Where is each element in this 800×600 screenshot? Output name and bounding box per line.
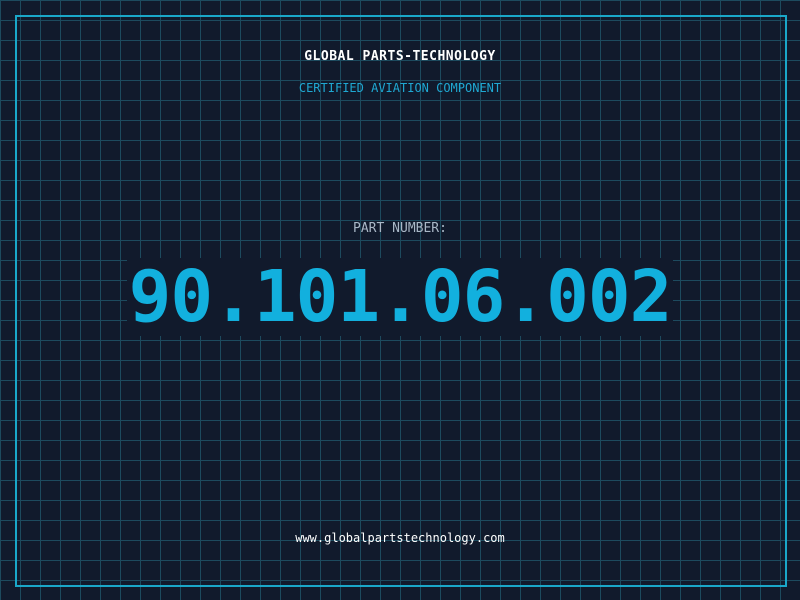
company-name: GLOBAL PARTS-TECHNOLOGY xyxy=(304,49,496,64)
website-url: www.globalpartstechnology.com xyxy=(295,531,505,545)
certification-subtitle: CERTIFIED AVIATION COMPONENT xyxy=(298,81,502,95)
part-number-label: PART NUMBER: xyxy=(353,221,447,236)
part-number-value: 90.101.06.002 xyxy=(126,255,674,338)
part-number-container: 90.101.06.002 xyxy=(0,258,800,336)
